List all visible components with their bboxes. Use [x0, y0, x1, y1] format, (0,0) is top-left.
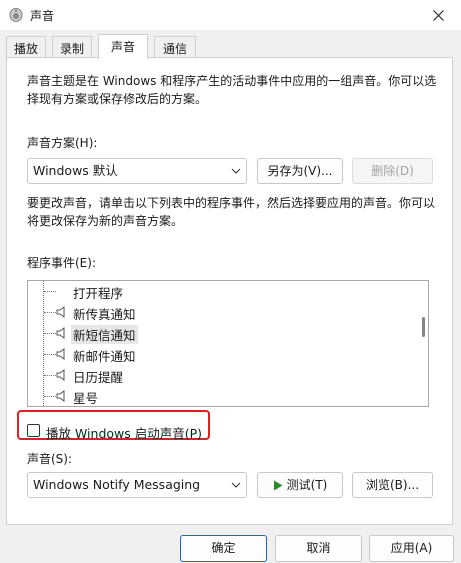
speaker-icon: [56, 369, 65, 381]
list-item[interactable]: 日历提醒: [28, 365, 408, 386]
sound-dropdown[interactable]: Windows Notify Messaging: [27, 472, 247, 498]
delete-button[interactable]: 删除(D): [352, 158, 433, 184]
speaker-icon: [56, 327, 65, 339]
program-events-list[interactable]: 打开程序 新传真通知 新短信通知 新邮件通知 日历提醒 星号: [27, 280, 429, 407]
scheme-label: 声音方案(H):: [27, 136, 98, 150]
apply-button[interactable]: 应用(A): [369, 535, 454, 562]
ok-button[interactable]: 确定: [180, 535, 267, 562]
tab-playback[interactable]: 播放: [6, 36, 46, 58]
browse-button[interactable]: 浏览(B)...: [352, 472, 433, 498]
list-item[interactable]: 新邮件通知: [28, 344, 408, 365]
tab-communications[interactable]: 通信: [154, 36, 196, 58]
tab-recording[interactable]: 录制: [52, 36, 92, 58]
sound-label: 声音(S):: [27, 452, 73, 466]
list-item[interactable]: 打开程序: [28, 281, 408, 302]
startup-sound-label: 播放 Windows 启动声音(P): [46, 426, 203, 441]
scheme-value: Windows 默认: [33, 163, 118, 178]
scheme-dropdown[interactable]: Windows 默认: [27, 158, 247, 184]
events-label: 程序事件(E):: [27, 256, 96, 270]
speaker-icon: [56, 306, 65, 318]
window-title: 声音: [30, 9, 55, 23]
play-icon: [273, 480, 283, 491]
sounds-panel: 声音主题是在 Windows 和程序产生的活动事件中应用的一组声音。你可以选择现…: [6, 57, 453, 525]
title-bar: 声音: [0, 0, 461, 30]
speaker-icon: [56, 348, 65, 360]
speaker-app-icon: [9, 8, 23, 22]
chevron-down-icon: [231, 482, 241, 488]
intro-text: 声音主题是在 Windows 和程序产生的活动事件中应用的一组声音。你可以选择现…: [27, 74, 437, 106]
cancel-button[interactable]: 取消: [275, 535, 362, 562]
list-item[interactable]: 新短信通知: [28, 323, 408, 344]
chevron-down-icon: [231, 168, 241, 174]
close-icon: [432, 9, 444, 21]
sound-value: Windows Notify Messaging: [33, 477, 201, 492]
speaker-icon: [56, 390, 65, 402]
list-scrollbar[interactable]: [422, 317, 425, 337]
startup-sound-checkbox[interactable]: [27, 424, 40, 437]
change-text: 要更改声音，请单击以下列表中的程序事件，然后选择要应用的声音。你可以将更改保存为…: [27, 196, 436, 228]
list-item[interactable]: 星号: [28, 386, 408, 406]
close-button[interactable]: [415, 0, 461, 30]
list-item[interactable]: 新传真通知: [28, 302, 408, 323]
tab-sounds[interactable]: 声音: [98, 34, 148, 59]
save-as-button[interactable]: 另存为(V)...: [257, 158, 343, 184]
test-button[interactable]: 测试(T): [257, 472, 343, 498]
